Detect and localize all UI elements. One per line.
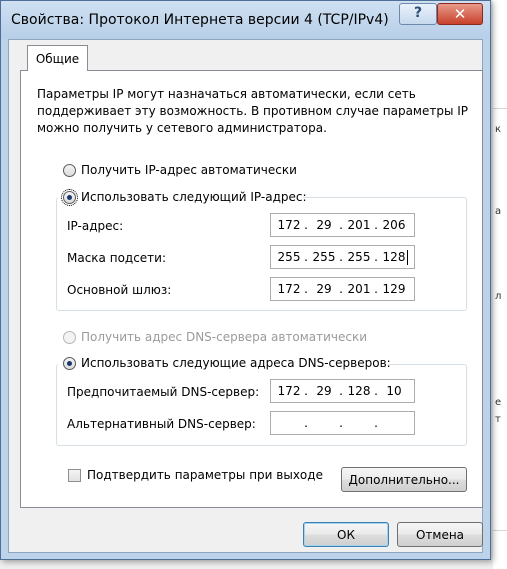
advanced-button-label: Дополнительно... bbox=[348, 473, 460, 487]
help-icon: ? bbox=[413, 5, 423, 21]
preferred-dns-input[interactable]: 172 . 29 . 128 . 10 bbox=[270, 379, 415, 403]
close-button[interactable]: ✕ bbox=[437, 3, 483, 25]
gateway-octet: 129 bbox=[382, 282, 406, 296]
advanced-button[interactable]: Дополнительно... bbox=[341, 467, 467, 492]
ip-octet: 201 bbox=[347, 218, 371, 232]
alternate-dns-input[interactable]: . . . bbox=[270, 411, 415, 435]
gateway-input[interactable]: 172 . 29 . 201 . 129 bbox=[270, 277, 415, 301]
dns-dot: . bbox=[374, 384, 378, 398]
gateway-label: Основной шлюз: bbox=[67, 283, 172, 297]
dns-octet: 128 bbox=[347, 384, 371, 398]
text-caret bbox=[407, 250, 408, 265]
dns-manual-label[interactable]: Использовать следующие адреса DNS-сервер… bbox=[81, 356, 391, 370]
ip-address-input[interactable]: 172 . 29 . 201 . 206 bbox=[270, 213, 415, 237]
alt-dns-dot: . bbox=[374, 416, 378, 430]
ip-octet: 29 bbox=[316, 218, 332, 232]
gateway-octet: 172 bbox=[277, 282, 301, 296]
dns-octet: 10 bbox=[386, 384, 402, 398]
mask-octet: 255 bbox=[312, 250, 336, 264]
description-text: Параметры IP могут назначаться автоматич… bbox=[37, 87, 469, 135]
ip-manual-radio[interactable] bbox=[61, 189, 78, 206]
mask-octet: 128 bbox=[382, 250, 406, 264]
background-text: т bbox=[495, 414, 501, 425]
subnet-mask-label: Маска подсети: bbox=[67, 251, 167, 265]
title-bar[interactable]: Свойства: Протокол Интернета версии 4 (T… bbox=[1, 1, 490, 39]
mask-dot: . bbox=[304, 250, 308, 264]
ok-button-label: ОК bbox=[337, 528, 355, 542]
background-text: а bbox=[495, 206, 502, 217]
close-icon: ✕ bbox=[453, 5, 467, 23]
help-button[interactable]: ? bbox=[399, 3, 437, 25]
ip-octet: 172 bbox=[277, 218, 301, 232]
ip-dot: . bbox=[304, 218, 308, 232]
ip-address-label: IP-адрес: bbox=[67, 219, 124, 233]
dns-octet: 172 bbox=[277, 384, 301, 398]
alt-dns-dot: . bbox=[339, 416, 343, 430]
ip-auto-label[interactable]: Получить IP-адрес автоматически bbox=[81, 163, 297, 177]
ip-auto-radio[interactable] bbox=[63, 164, 76, 177]
ip-dot: . bbox=[339, 218, 343, 232]
gateway-dot: . bbox=[339, 282, 343, 296]
validate-on-exit-checkbox[interactable] bbox=[68, 469, 81, 482]
background-text: л bbox=[495, 291, 502, 302]
ok-button[interactable]: ОК bbox=[303, 522, 389, 547]
ip-manual-label[interactable]: Использовать следующий IP-адрес: bbox=[81, 190, 307, 204]
cancel-button-label: Отмена bbox=[415, 528, 465, 542]
mask-octet: 255 bbox=[347, 250, 371, 264]
ip-octet: 206 bbox=[382, 218, 406, 232]
dns-octet: 29 bbox=[316, 384, 332, 398]
alternate-dns-label: Альтернативный DNS-сервер: bbox=[67, 417, 256, 431]
gateway-dot: . bbox=[304, 282, 308, 296]
background-divider bbox=[493, 530, 507, 531]
alt-dns-dot: . bbox=[304, 416, 308, 430]
dns-auto-label[interactable]: Получить адрес DNS-сервера автоматически bbox=[81, 330, 367, 344]
mask-dot: . bbox=[339, 250, 343, 264]
background-text: к bbox=[495, 124, 502, 135]
background-divider bbox=[493, 108, 507, 109]
dns-dot: . bbox=[339, 384, 343, 398]
dns-dot: . bbox=[304, 384, 308, 398]
ip-dot: . bbox=[374, 218, 378, 232]
dns-manual-radio[interactable] bbox=[63, 357, 76, 370]
cancel-button[interactable]: Отмена bbox=[397, 522, 483, 547]
dns-auto-radio[interactable] bbox=[63, 331, 76, 344]
subnet-mask-input[interactable]: 255 . 255 . 255 . 128 bbox=[270, 245, 415, 269]
tab-label: Общие bbox=[35, 52, 80, 66]
mask-octet: 255 bbox=[277, 250, 301, 264]
gateway-dot: . bbox=[374, 282, 378, 296]
tab-general[interactable]: Общие bbox=[27, 45, 88, 71]
window-title: Свойства: Протокол Интернета версии 4 (T… bbox=[11, 12, 389, 28]
gateway-octet: 201 bbox=[347, 282, 371, 296]
preferred-dns-label: Предпочитаемый DNS-сервер: bbox=[67, 385, 260, 399]
gateway-octet: 29 bbox=[316, 282, 332, 296]
background-window: к а л е т bbox=[493, 0, 507, 569]
mask-dot: . bbox=[374, 250, 378, 264]
background-text: е bbox=[495, 397, 502, 408]
validate-on-exit-label[interactable]: Подтвердить параметры при выходе bbox=[87, 468, 323, 482]
